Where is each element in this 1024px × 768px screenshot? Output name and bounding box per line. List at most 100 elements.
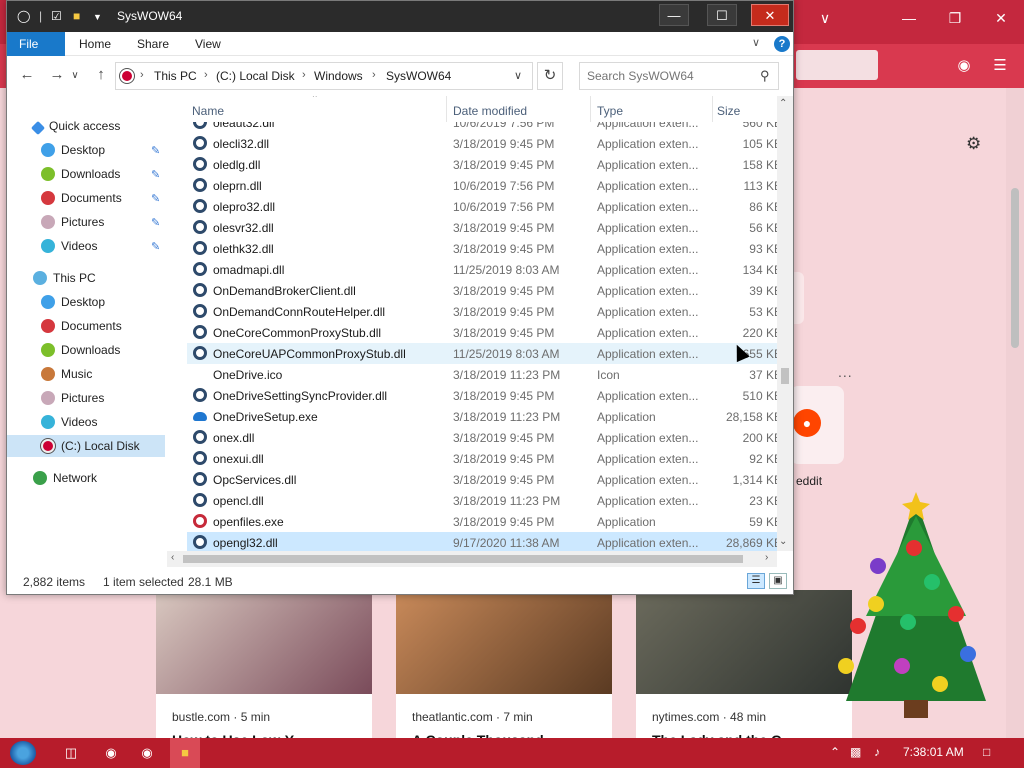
column-divider[interactable]	[590, 96, 591, 122]
restore-icon[interactable]: ❐	[940, 10, 970, 27]
nav-this-pc[interactable]: This PC	[33, 267, 96, 289]
tab-share[interactable]: Share	[123, 32, 183, 56]
menu-icon[interactable]: ☰	[989, 56, 1011, 74]
nav-downloads[interactable]: Downloads	[41, 163, 120, 185]
nav-pc-desktop[interactable]: Desktop	[41, 291, 105, 313]
pin-icon[interactable]: ✎	[151, 240, 160, 253]
nav-pc-videos[interactable]: Videos	[41, 411, 97, 433]
tab-home[interactable]: Home	[65, 32, 125, 56]
help-icon[interactable]: ?	[774, 36, 790, 52]
nav-desktop[interactable]: Desktop	[41, 139, 105, 161]
table-row[interactable]: onex.dll 3/18/2019 9:45 PM Application ext…	[187, 427, 777, 448]
task-view-icon[interactable]: ◫	[60, 742, 82, 764]
nav-videos[interactable]: Videos	[41, 235, 97, 257]
nav-documents[interactable]: Documents	[41, 187, 122, 209]
search-box[interactable]: ⚲	[579, 62, 779, 90]
table-row[interactable]: OneCoreUAPCommonProxyStub.dll 11/25/2019 …	[187, 343, 777, 364]
up-icon[interactable]: ↑	[91, 66, 111, 83]
scroll-left-icon[interactable]: ‹	[171, 552, 174, 563]
window-titlebar[interactable]: ◯ | ☑ ■ ▼ SysWOW64 — ☐ ✕	[7, 1, 793, 32]
nav-pc-music[interactable]: Music	[41, 363, 92, 385]
volume-icon[interactable]: ♪	[874, 745, 880, 759]
chevron-right-icon[interactable]: ›	[140, 69, 144, 81]
table-row[interactable]: oleprn.dll 10/6/2019 7:56 PM Application e…	[187, 175, 777, 196]
network-icon[interactable]: ▩	[850, 745, 861, 759]
table-row[interactable]: olesvr32.dll 3/18/2019 9:45 PM Application…	[187, 217, 777, 238]
vertical-scrollbar[interactable]: ⌃ ⌄	[777, 96, 793, 551]
scroll-up-icon[interactable]: ⌃	[779, 98, 787, 109]
refresh-button[interactable]: ↻	[537, 62, 563, 90]
table-row[interactable]: OneDrive.ico 3/18/2019 11:23 PM Icon 37 KB	[187, 364, 777, 385]
close-button[interactable]: ✕	[751, 4, 789, 26]
table-row[interactable]: olepro32.dll 10/6/2019 7:56 PM Application…	[187, 196, 777, 217]
search-icon[interactable]: ⚲	[760, 68, 770, 84]
column-divider[interactable]	[712, 96, 713, 122]
details-view-icon[interactable]: ☰	[747, 573, 765, 589]
horizontal-scrollbar[interactable]: ‹ ›	[167, 551, 777, 567]
chevron-down-icon[interactable]: ▼	[93, 12, 102, 22]
table-row[interactable]: omadmapi.dll 11/25/2019 8:03 AM Applicatio…	[187, 259, 777, 280]
firefox-icon[interactable]: ◉	[136, 742, 158, 764]
tab-file[interactable]: File	[7, 32, 65, 56]
table-row[interactable]: OneDriveSettingSyncProvider.dll 3/18/2019…	[187, 385, 777, 406]
close-icon[interactable]: ✕	[986, 10, 1016, 27]
back-icon[interactable]: ←	[17, 66, 37, 83]
scrollbar-thumb[interactable]	[781, 368, 789, 384]
search-input[interactable]	[587, 64, 757, 88]
table-row[interactable]: olecli32.dll 3/18/2019 9:45 PM Application…	[187, 133, 777, 154]
nav-quick-access[interactable]: Quick access	[30, 115, 120, 137]
chevron-right-icon[interactable]: ›	[204, 69, 208, 81]
file-explorer-icon[interactable]: ■	[174, 742, 196, 764]
table-row[interactable]: OnDemandBrokerClient.dll 3/18/2019 9:45 P…	[187, 280, 777, 301]
new-folder-icon[interactable]: ■	[73, 9, 80, 23]
chrome-icon[interactable]: ◉	[100, 742, 122, 764]
table-row[interactable]: OneDriveSetup.exe 3/18/2019 11:23 PM Appli…	[187, 406, 777, 427]
column-type[interactable]: Type	[597, 104, 623, 118]
more-options-icon[interactable]: ...	[838, 364, 853, 380]
pocket-icon[interactable]: ◉	[953, 56, 975, 74]
recent-locations-icon[interactable]: ∨	[65, 70, 85, 81]
nav-pictures[interactable]: Pictures	[41, 211, 104, 233]
scroll-right-icon[interactable]: ›	[765, 552, 768, 563]
show-hidden-icons-icon[interactable]: ⌃	[830, 745, 840, 759]
table-row[interactable]: OpcServices.dll 3/18/2019 9:45 PM Applicat…	[187, 469, 777, 490]
maximize-button[interactable]: ☐	[707, 4, 737, 26]
column-divider[interactable]	[446, 96, 447, 122]
table-row[interactable]: opencl.dll 3/18/2019 11:23 PM Application …	[187, 490, 777, 511]
table-row[interactable]: OneCoreCommonProxyStub.dll 3/18/2019 9:45…	[187, 322, 777, 343]
chevron-right-icon[interactable]: ›	[372, 69, 376, 81]
minimize-icon[interactable]: —	[894, 10, 924, 26]
tab-view[interactable]: View	[181, 32, 235, 56]
chevron-down-icon[interactable]: ∨	[810, 10, 840, 27]
column-date[interactable]: Date modified	[453, 104, 527, 118]
table-row[interactable]: openfiles.exe 3/18/2019 9:45 PM Applicatio…	[187, 511, 777, 532]
browser-scrollbar[interactable]	[1006, 88, 1024, 738]
story-card[interactable]: bustle.com · 5 min How to Use Low-Y	[156, 590, 372, 740]
start-button[interactable]	[10, 741, 36, 765]
properties-icon[interactable]: ☑	[51, 9, 62, 23]
browser-address-bar[interactable]	[796, 50, 878, 80]
pin-icon[interactable]: ✎	[151, 216, 160, 229]
minimize-button[interactable]: —	[659, 4, 689, 26]
expand-ribbon-icon[interactable]: ∨	[752, 36, 760, 49]
breadcrumb-local-disk[interactable]: (C:) Local Disk	[216, 69, 295, 83]
table-row[interactable]: opengl32.dll 9/17/2020 11:38 AM Applicatio…	[187, 532, 777, 551]
large-icons-view-icon[interactable]: ▣	[769, 573, 787, 589]
breadcrumb-windows[interactable]: Windows	[314, 69, 363, 83]
chevron-right-icon[interactable]: ›	[302, 69, 306, 81]
nav-local-disk[interactable]: (C:) Local Disk	[7, 435, 165, 457]
gear-icon[interactable]: ⚙	[966, 134, 981, 154]
pin-icon[interactable]: ✎	[151, 192, 160, 205]
pin-icon[interactable]: ✎	[151, 168, 160, 181]
column-name[interactable]: Name	[192, 104, 224, 118]
breadcrumb-syswow64[interactable]: SysWOW64	[386, 69, 451, 83]
breadcrumb-this-pc[interactable]: This PC	[154, 69, 197, 83]
nav-pc-downloads[interactable]: Downloads	[41, 339, 120, 361]
app-icon[interactable]: ◯	[17, 9, 30, 23]
table-row[interactable]: onexui.dll 3/18/2019 9:45 PM Application e…	[187, 448, 777, 469]
scrollbar-thumb[interactable]	[1011, 188, 1019, 348]
scrollbar-thumb[interactable]	[183, 555, 743, 563]
address-bar[interactable]: › This PC › (C:) Local Disk › Windows › …	[115, 62, 533, 90]
chevron-down-icon[interactable]: ∨	[514, 69, 522, 82]
story-card[interactable]: nytimes.com · 48 min The Lady and the G	[636, 590, 852, 740]
